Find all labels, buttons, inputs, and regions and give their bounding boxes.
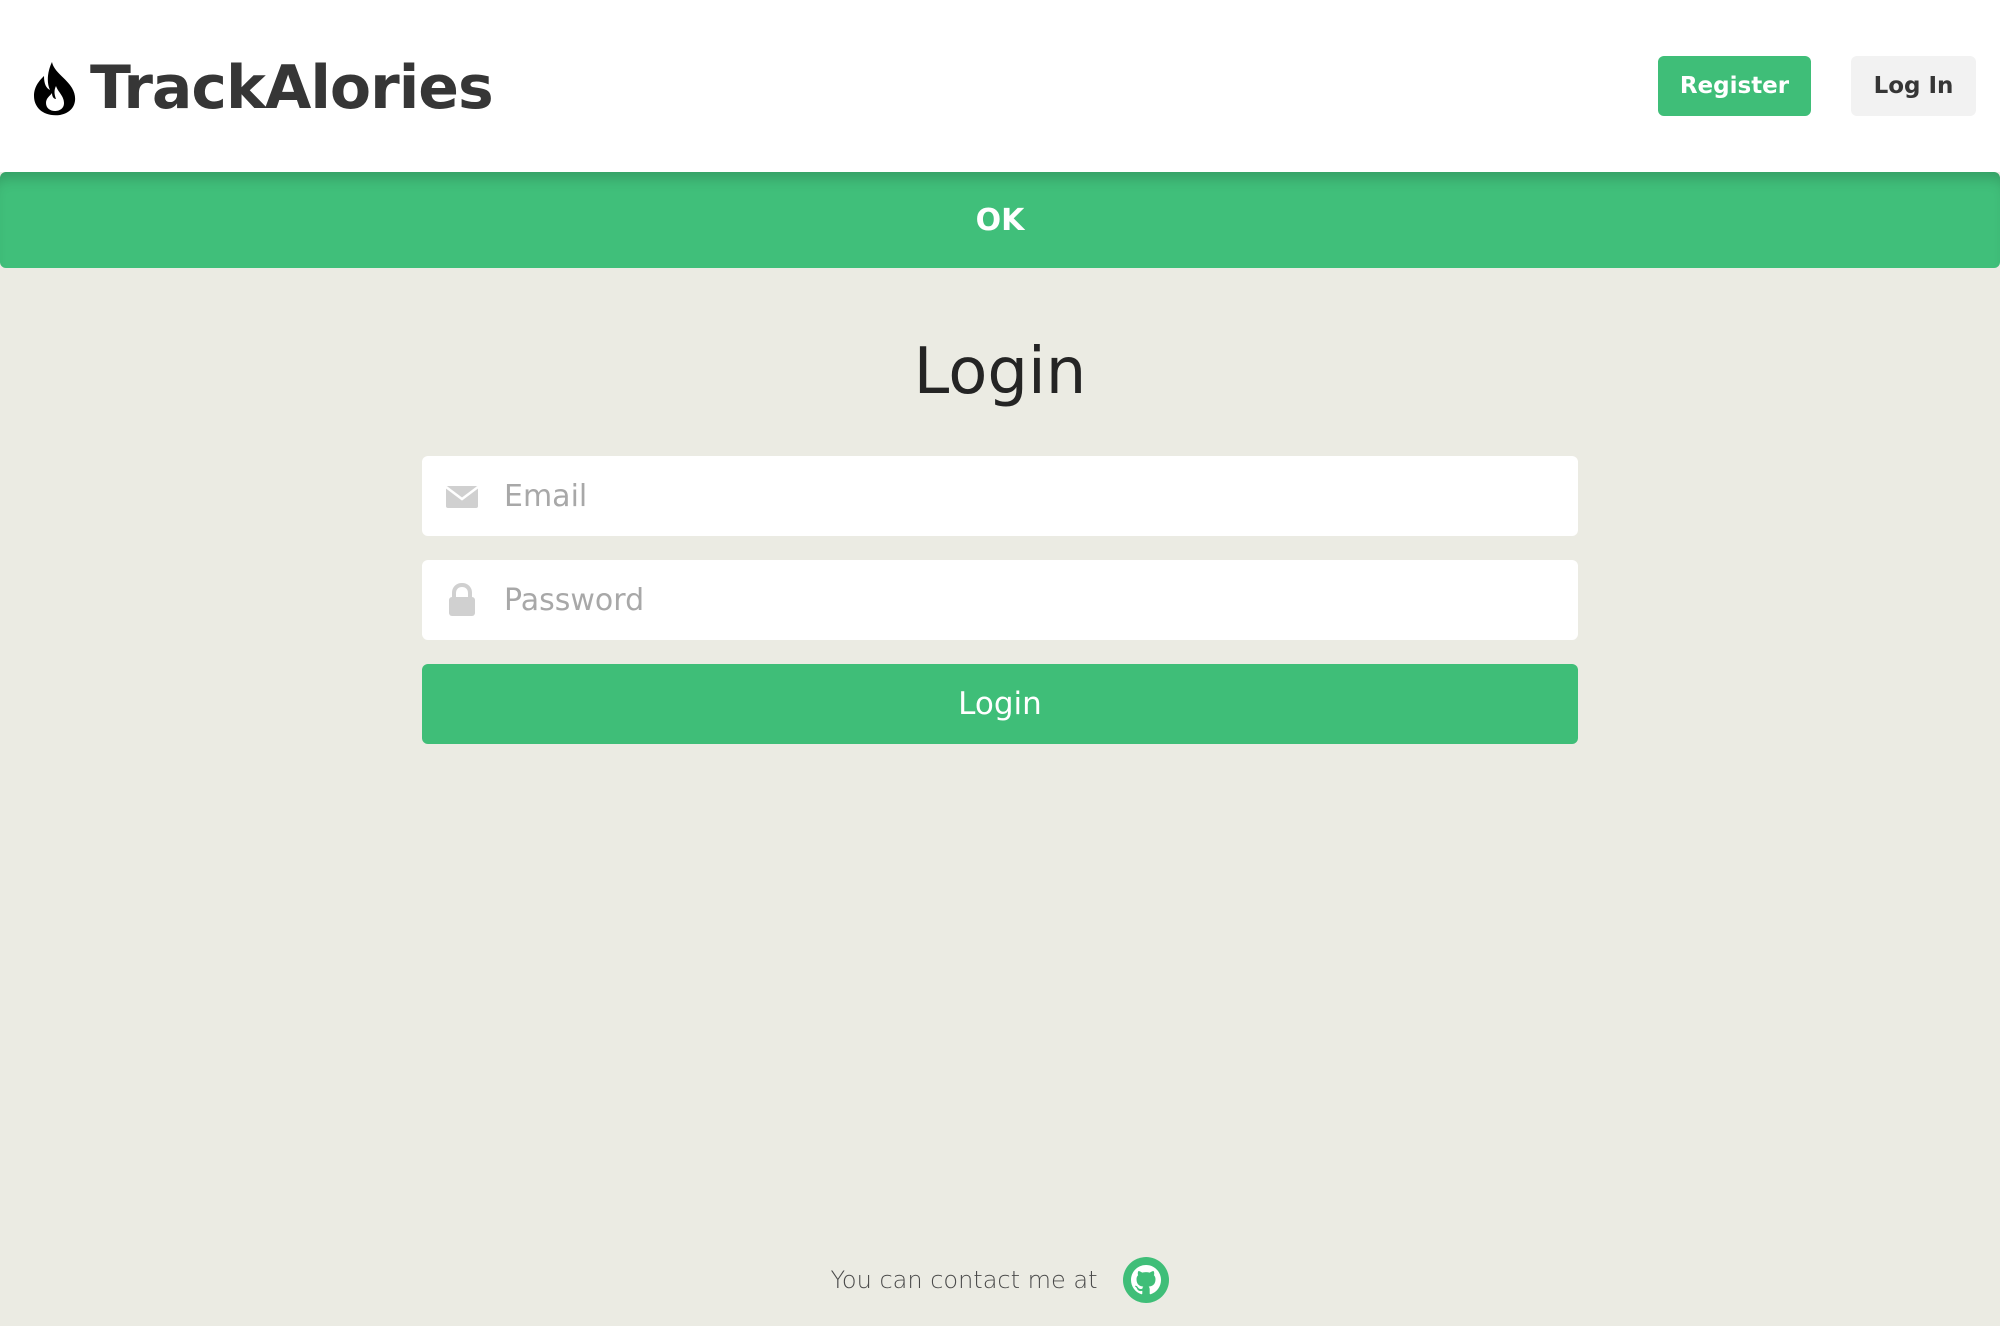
footer: You can contact me at: [0, 1254, 2000, 1306]
fire-icon: [34, 62, 76, 116]
password-input[interactable]: [504, 560, 1564, 640]
lock-icon: [449, 582, 475, 616]
github-icon: [1122, 1257, 1169, 1303]
footer-text: You can contact me at: [830, 1266, 1098, 1294]
navbar: TrackAlories Register Log In: [0, 0, 2000, 172]
login-title: Login: [913, 335, 1087, 409]
register-button[interactable]: Register: [1658, 56, 1811, 116]
page: TrackAlories Register Log In OK Login Lo…: [0, 0, 2000, 1328]
login-submit-button[interactable]: Login: [422, 664, 1578, 744]
ok-notification-banner[interactable]: OK: [0, 172, 2000, 268]
brand-name: TrackAlories: [90, 53, 494, 123]
envelope-icon: [445, 486, 479, 508]
notification-text: OK: [975, 202, 1025, 238]
email-input[interactable]: [504, 456, 1564, 536]
github-link[interactable]: [1122, 1256, 1170, 1304]
log-in-button[interactable]: Log In: [1851, 56, 1976, 116]
email-field-container: [422, 456, 1578, 536]
brand-link[interactable]: TrackAlories: [32, 50, 494, 126]
password-field-container: [422, 560, 1578, 640]
